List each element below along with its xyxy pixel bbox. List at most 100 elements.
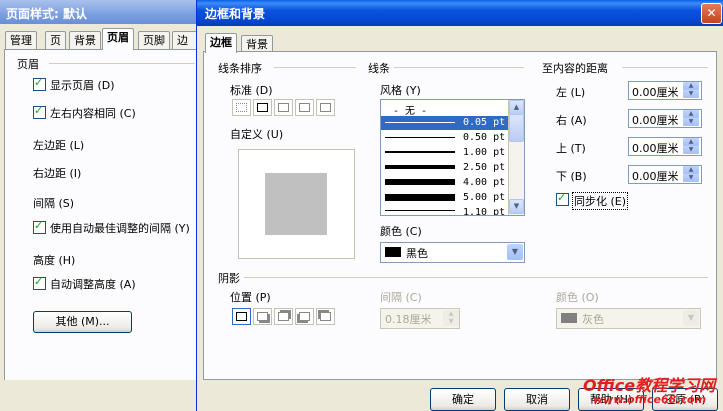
tab-background[interactable]: 背景	[69, 31, 101, 49]
separator	[394, 67, 524, 68]
line-color-swatch	[385, 247, 401, 257]
shadow-group-label: 阴影	[218, 272, 240, 285]
spin-down-icon[interactable]: ▼	[683, 174, 699, 182]
line-style-item[interactable]: 0.50 pt	[381, 131, 511, 145]
more-button[interactable]: 其他 (M)...	[33, 311, 132, 333]
cancel-button[interactable]: 取消	[504, 388, 570, 411]
line-style-label: 风格 (Y)	[380, 84, 421, 97]
border-preset-top-bottom-icon[interactable]	[316, 99, 335, 116]
shadow-top-left-icon[interactable]	[316, 308, 335, 325]
border-preset-thick-icon[interactable]	[295, 99, 314, 116]
spin-up-icon[interactable]: ▲	[443, 310, 459, 318]
distance-top-label: 上 (T)	[556, 142, 586, 155]
dialog-titlebar: 边框和背景 ✕	[197, 0, 723, 26]
border-preview[interactable]	[238, 149, 355, 259]
auto-height-checkbox[interactable]	[33, 275, 46, 290]
show-header-checkbox[interactable]	[33, 76, 46, 91]
watermark-url: www.office68.com	[593, 393, 707, 406]
spin-down-icon[interactable]: ▼	[443, 318, 459, 326]
distance-group-label: 至内容的距离	[542, 62, 608, 75]
spin-up-icon[interactable]: ▲	[683, 82, 699, 90]
borders-tab-panel: 线条排序 标准 (D) 自定义 (U) 线条 风格 (Y) - 无 - 0.05…	[203, 51, 717, 380]
line-style-item[interactable]: 0.05 pt	[381, 116, 511, 130]
spin-down-icon[interactable]: ▼	[683, 118, 699, 126]
borders-background-dialog: 边框和背景 ✕ 边框 背景 线条排序 标准 (D) 自定义 (U) 线条 风格 …	[196, 0, 723, 411]
border-preset-box-shadow-icon[interactable]	[274, 99, 293, 116]
line-style-item[interactable]: - 无 -	[381, 101, 511, 117]
preview-content-box	[265, 173, 327, 235]
auto-spacing-label: 使用自动最佳调整的间隔 (Y)	[50, 222, 190, 235]
spin-up-icon[interactable]: ▲	[683, 166, 699, 174]
shadow-spacing-spinner[interactable]: 0.18厘米 ▲ ▼	[380, 308, 460, 329]
shadow-color-select[interactable]: 灰色 ▼	[556, 308, 701, 329]
page-style-title: 页面样式: 默认	[6, 7, 87, 21]
shadow-position-label: 位置 (P)	[230, 291, 271, 304]
tab-footer[interactable]: 页脚	[138, 31, 170, 49]
page-style-dialog: 页面样式: 默认 管理 页 背景 页眉 页脚 边框 页眉 显示页眉 (D) 左右…	[0, 0, 200, 411]
spacing-label: 间隔 (S)	[33, 197, 75, 210]
distance-right-spinner[interactable]: 0.00厘米 ▲ ▼	[628, 109, 702, 128]
tab-manage[interactable]: 管理	[5, 31, 37, 49]
line-group-label: 线条	[368, 62, 390, 75]
shadow-spacing-label: 间隔 (C)	[380, 291, 422, 304]
separator	[622, 67, 708, 68]
spin-down-icon[interactable]: ▼	[683, 146, 699, 154]
tab-header[interactable]: 页眉	[102, 28, 134, 50]
chevron-down-icon[interactable]: ▼	[683, 310, 699, 326]
show-header-label: 显示页眉 (D)	[50, 79, 115, 92]
header-section-label: 页眉	[17, 58, 39, 71]
shadow-bottom-right-icon[interactable]	[253, 308, 272, 325]
line-arrangement-group-label: 线条排序	[218, 62, 262, 75]
same-content-checkbox[interactable]	[33, 104, 46, 119]
close-icon[interactable]: ✕	[701, 3, 722, 24]
line-color-label: 颜色 (C)	[380, 225, 422, 238]
header-tab-panel: 页眉 显示页眉 (D) 左右内容相同 (C) 左边距 (L) 右边距 (I) 间…	[4, 49, 200, 381]
standard-label: 标准 (D)	[230, 84, 273, 97]
auto-spacing-checkbox[interactable]	[33, 219, 46, 234]
tab-page[interactable]: 页	[45, 31, 66, 49]
sync-label: 同步化 (E)	[572, 192, 629, 210]
distance-bottom-label: 下 (B)	[556, 170, 587, 183]
same-content-label: 左右内容相同 (C)	[50, 107, 136, 120]
line-color-select[interactable]: 黑色 ▼	[380, 242, 525, 263]
ok-button[interactable]: 确定	[430, 388, 496, 411]
tab-borders[interactable]: 边框	[205, 33, 237, 53]
shadow-none-icon[interactable]	[232, 308, 251, 325]
chevron-down-icon[interactable]: ▼	[507, 244, 523, 260]
spin-down-icon[interactable]: ▼	[683, 90, 699, 98]
sync-checkbox[interactable]	[556, 191, 569, 206]
line-style-item[interactable]: 1.10 pt	[381, 206, 511, 215]
separator	[49, 63, 195, 64]
height-label: 高度 (H)	[33, 254, 76, 267]
line-style-item[interactable]: 5.00 pt	[381, 191, 511, 205]
border-preset-none-icon[interactable]	[232, 99, 251, 116]
separator	[274, 67, 356, 68]
distance-left-label: 左 (L)	[556, 86, 586, 99]
spin-up-icon[interactable]: ▲	[683, 110, 699, 118]
right-margin-label: 右边距 (I)	[33, 167, 82, 180]
distance-bottom-spinner[interactable]: 0.00厘米 ▲ ▼	[628, 165, 702, 184]
auto-height-label: 自动调整高度 (A)	[50, 278, 136, 291]
distance-left-spinner[interactable]: 0.00厘米 ▲ ▼	[628, 81, 702, 100]
page-style-footer	[0, 380, 200, 411]
page-style-titlebar: 页面样式: 默认	[0, 0, 200, 24]
shadow-color-label: 颜色 (O)	[556, 291, 599, 304]
scroll-down-icon[interactable]: ▼	[509, 199, 524, 214]
shadow-color-swatch	[561, 313, 577, 323]
shadow-top-right-icon[interactable]	[274, 308, 293, 325]
distance-top-spinner[interactable]: 0.00厘米 ▲ ▼	[628, 137, 702, 156]
line-style-item[interactable]: 1.00 pt	[381, 146, 511, 160]
dialog-title: 边框和背景	[205, 7, 266, 21]
border-preset-box-icon[interactable]	[253, 99, 272, 116]
spin-up-icon[interactable]: ▲	[683, 138, 699, 146]
line-style-item[interactable]: 4.00 pt	[381, 176, 511, 190]
line-style-item[interactable]: 2.50 pt	[381, 161, 511, 175]
scroll-up-icon[interactable]: ▲	[509, 100, 524, 115]
line-style-scrollbar[interactable]: ▲ ▼	[508, 100, 524, 215]
custom-label: 自定义 (U)	[230, 128, 284, 141]
distance-right-label: 右 (A)	[556, 114, 587, 127]
line-style-listbox[interactable]: - 无 - 0.05 pt 0.50 pt 1.00 pt 2.50 pt 4.…	[380, 99, 525, 216]
shadow-bottom-left-icon[interactable]	[295, 308, 314, 325]
line-color-value: 黑色	[406, 247, 428, 260]
scroll-thumb[interactable]	[509, 114, 524, 142]
